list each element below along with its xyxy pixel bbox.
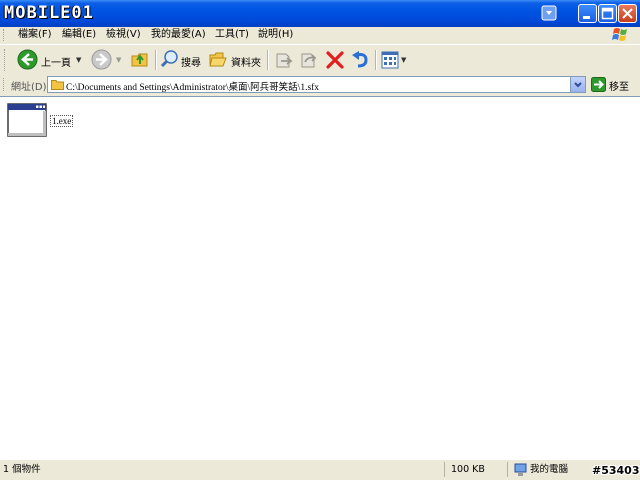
status-object-count: 1 個物件 [3, 462, 445, 477]
address-input[interactable]: C:\Documents and Settings\Administrator\… [47, 76, 586, 93]
menu-edit[interactable]: 編輯(E) [62, 27, 96, 43]
minimize-icon [583, 16, 590, 19]
menu-favorites[interactable]: 我的最愛(A) [151, 27, 206, 43]
chevron-down-icon [574, 82, 582, 88]
explorer-window: MOBILE01 檔案(F) 編輯(E) 檢視(V) 我的最愛(A) 工具(T)… [0, 0, 640, 480]
address-label: 網址(D) [11, 82, 47, 93]
file-list-pane[interactable]: 1.exe [0, 96, 640, 459]
search-icon[interactable] [160, 49, 180, 69]
maximize-icon [601, 7, 614, 20]
toolbar-separator [375, 50, 377, 70]
mobile01-logo: MOBILE01 [4, 3, 94, 23]
toolbar-separator [267, 50, 269, 70]
system-menu-icon[interactable] [541, 5, 557, 21]
status-location: 我的電腦 [530, 464, 569, 475]
undo-icon[interactable] [350, 50, 370, 70]
delete-icon[interactable] [325, 50, 345, 70]
menu-tools[interactable]: 工具(T) [215, 27, 249, 43]
address-grip[interactable] [3, 78, 7, 91]
back-button-label[interactable]: 上一頁 [41, 54, 71, 69]
folder-icon [51, 80, 64, 90]
status-bar: 1 個物件 100 KB 我的電腦 [0, 459, 640, 480]
close-button[interactable] [618, 4, 637, 23]
address-bar: 網址(D) C:\Documents and Settings\Administ… [0, 74, 640, 95]
menu-file[interactable]: 檔案(F) [18, 27, 52, 43]
my-computer-icon [514, 463, 527, 476]
back-arrow-icon[interactable] [17, 49, 38, 70]
folder-up-icon[interactable] [130, 49, 150, 69]
minimize-button[interactable] [578, 4, 597, 23]
toolbar-grip[interactable] [4, 49, 8, 71]
menu-grip[interactable] [3, 29, 7, 41]
views-icon[interactable] [381, 51, 399, 69]
folders-icon[interactable] [208, 49, 228, 69]
go-button-label[interactable]: 移至 [609, 78, 629, 93]
copy-to-icon[interactable] [299, 50, 319, 70]
go-arrow-icon[interactable] [591, 77, 606, 92]
folders-button-label[interactable]: 資料夾 [231, 54, 261, 69]
menu-view[interactable]: 檢視(V) [106, 27, 141, 43]
views-dropdown-icon[interactable]: ▼ [401, 56, 406, 64]
forward-dropdown-icon[interactable]: ▼ [116, 56, 121, 64]
file-name[interactable]: 1.exe [50, 115, 74, 127]
close-icon [622, 8, 633, 19]
forward-arrow-icon[interactable] [91, 49, 112, 70]
status-size: 100 KB [451, 462, 508, 477]
back-dropdown-icon[interactable]: ▼ [76, 56, 81, 64]
application-window-icon[interactable] [7, 103, 47, 137]
windows-logo-icon [612, 28, 627, 41]
address-dropdown-button[interactable] [570, 77, 585, 92]
standard-toolbar: 上一頁 ▼ ▼ 搜尋 資料夾 ▼ [0, 44, 640, 75]
move-to-icon[interactable] [274, 50, 294, 70]
toolbar-separator [155, 50, 157, 70]
title-bar[interactable]: MOBILE01 [0, 0, 640, 27]
watermark: #53403 [592, 464, 640, 477]
search-button-label[interactable]: 搜尋 [181, 54, 201, 69]
menu-bar: 檔案(F) 編輯(E) 檢視(V) 我的最愛(A) 工具(T) 說明(H) [0, 27, 640, 43]
address-path[interactable]: C:\Documents and Settings\Administrator\… [66, 79, 319, 93]
maximize-button[interactable] [598, 4, 617, 23]
menu-help[interactable]: 說明(H) [258, 27, 293, 43]
